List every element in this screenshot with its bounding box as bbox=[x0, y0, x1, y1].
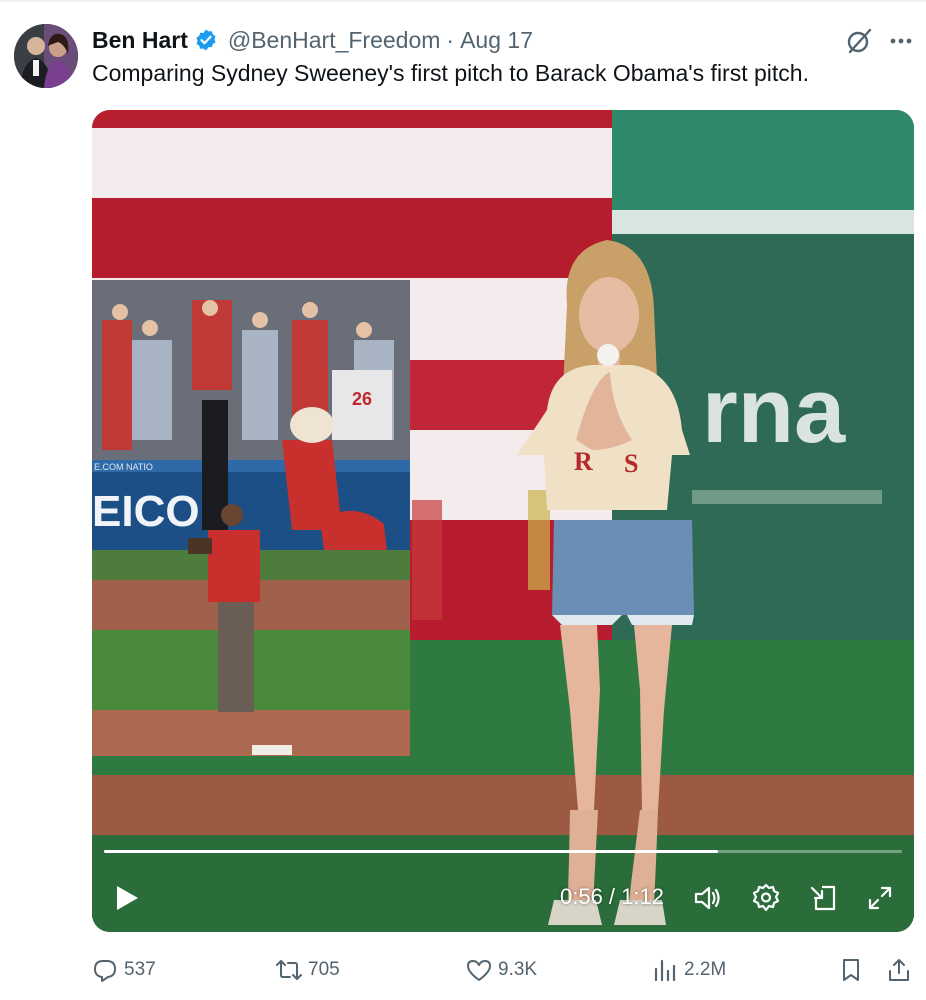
like-icon bbox=[467, 960, 491, 981]
video-progress-bar[interactable] bbox=[104, 850, 902, 853]
reply-button[interactable]: 537 bbox=[92, 952, 156, 988]
views-icon bbox=[654, 959, 676, 982]
svg-text:S: S bbox=[624, 449, 638, 478]
svg-text:R: R bbox=[574, 447, 593, 476]
verified-badge-icon bbox=[196, 29, 216, 51]
repost-button[interactable]: 705 bbox=[276, 952, 340, 988]
volume-icon[interactable] bbox=[692, 882, 724, 914]
author-handle[interactable]: @BenHart_Freedom bbox=[228, 27, 441, 54]
tweet-actions: 537 705 9.3K 2.2M bbox=[92, 952, 922, 988]
wall-sponsor-text: EICO bbox=[92, 487, 200, 536]
view-count: 2.2M bbox=[684, 959, 727, 980]
share-icon bbox=[889, 959, 909, 981]
views-button[interactable]: 2.2M bbox=[652, 952, 726, 988]
grok-icon[interactable] bbox=[844, 26, 874, 56]
repost-icon bbox=[276, 960, 302, 980]
bookmark-button[interactable] bbox=[838, 952, 870, 988]
tweet-date[interactable]: Aug 17 bbox=[460, 27, 533, 54]
more-icon[interactable] bbox=[886, 26, 916, 56]
share-button[interactable] bbox=[886, 952, 918, 988]
jersey-number: 26 bbox=[352, 389, 372, 409]
wall-banner-text: rna bbox=[702, 360, 846, 462]
fullscreen-icon[interactable] bbox=[864, 882, 896, 914]
settings-icon[interactable] bbox=[750, 882, 782, 914]
like-button[interactable]: 9.3K bbox=[466, 952, 537, 988]
play-icon[interactable] bbox=[112, 882, 142, 914]
reply-icon bbox=[94, 960, 116, 982]
avatar[interactable] bbox=[14, 24, 78, 88]
inset-video: 26 E.COM NATIO EICO bbox=[92, 280, 410, 756]
top-divider bbox=[0, 0, 926, 2]
video-player[interactable]: rna R S 26 E.COM NATIO EICO 0:56 / 1:12 bbox=[92, 110, 914, 932]
repost-count: 705 bbox=[308, 959, 340, 980]
video-time: 0:56 / 1:12 bbox=[560, 884, 664, 909]
author-name[interactable]: Ben Hart bbox=[92, 27, 188, 54]
avatar-photo bbox=[14, 24, 78, 88]
bookmark-icon bbox=[843, 959, 859, 981]
video-progress-fill bbox=[104, 850, 719, 853]
like-count: 9.3K bbox=[498, 959, 538, 980]
wall-small-text: E.COM NATIO bbox=[94, 462, 153, 472]
reply-count: 537 bbox=[124, 959, 156, 980]
tweet-header: Ben Hart @BenHart_Freedom · Aug 17 bbox=[92, 24, 533, 56]
pip-icon[interactable] bbox=[808, 882, 840, 914]
header-separator: · bbox=[446, 26, 455, 53]
tweet-text: Comparing Sydney Sweeney's first pitch t… bbox=[92, 60, 809, 86]
